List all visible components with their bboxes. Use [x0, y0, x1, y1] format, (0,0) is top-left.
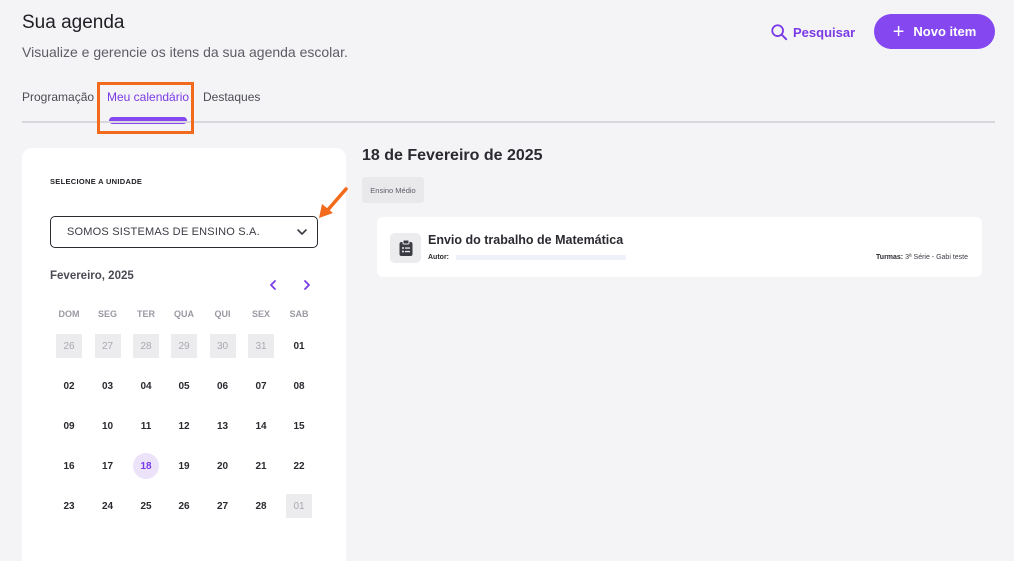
weekday-label: SEG [97, 309, 117, 319]
calendar-day[interactable]: 27 [210, 494, 236, 518]
calendar-day[interactable]: 01 [286, 334, 312, 358]
calendar-day[interactable]: 20 [210, 454, 236, 478]
calendar-day[interactable]: 05 [171, 374, 197, 398]
calendar-day[interactable]: 06 [210, 374, 236, 398]
calendar-day[interactable]: 30 [209, 334, 236, 358]
calendar-day-selected[interactable]: 18 [133, 453, 159, 479]
calendar-day[interactable]: 26 [56, 334, 82, 358]
page-title: Sua agenda [22, 12, 125, 33]
weekday-label: DOM [58, 309, 80, 319]
weekday-label: QUI [214, 309, 231, 319]
chevron-right-icon[interactable] [300, 278, 314, 292]
author-redacted [456, 255, 626, 260]
weekday-label: SEX [251, 309, 270, 319]
calendar-day[interactable]: 12 [171, 414, 197, 438]
calendar-day[interactable]: 19 [171, 454, 197, 478]
calendar-day[interactable]: 25 [133, 494, 159, 518]
calendar-day[interactable]: 15 [286, 414, 312, 438]
annotation-highlight-box [97, 82, 194, 134]
calendar-day[interactable]: 31 [248, 334, 274, 358]
calendar-day[interactable]: 01 [286, 494, 312, 518]
chevron-down-icon [297, 229, 307, 235]
weekday-label: QUA [174, 309, 194, 319]
calendar-day[interactable]: 23 [56, 494, 82, 518]
clipboard-icon [390, 233, 421, 263]
unit-select-value: SOMOS SISTEMAS DE ENSINO S.A. [67, 226, 260, 238]
event-card[interactable]: Envio do trabalho de Matemática Autor: T… [377, 217, 982, 277]
event-title: Envio do trabalho de Matemática [428, 233, 624, 247]
calendar-day[interactable]: 14 [248, 414, 274, 438]
calendar-day[interactable]: 13 [210, 414, 236, 438]
calendar-day[interactable]: 21 [248, 454, 274, 478]
weekday-label: SAB [289, 309, 309, 319]
calendar-day[interactable]: 28 [133, 334, 159, 358]
selected-date-title: 18 de Fevereiro de 2025 [362, 147, 543, 164]
new-item-label: Novo item [913, 24, 977, 39]
calendar-day[interactable]: 26 [171, 494, 197, 518]
event-classes: Turmas: 3ª Série - Gabi teste [876, 254, 968, 261]
calendar-day[interactable]: 27 [94, 334, 121, 358]
unit-select[interactable]: SOMOS SISTEMAS DE ENSINO S.A. [50, 216, 318, 248]
calendar-day[interactable]: 03 [95, 374, 121, 398]
event-classes-label: Turmas: [876, 254, 904, 261]
calendar-card: SELECIONE A UNIDADE SOMOS SISTEMAS DE EN… [22, 148, 346, 561]
calendar-day[interactable]: 29 [171, 334, 197, 358]
event-classes-value: 3ª Série - Gabi teste [905, 254, 968, 261]
calendar-day[interactable]: 16 [56, 454, 82, 478]
calendar-day[interactable]: 28 [248, 494, 274, 518]
calendar-day[interactable]: 10 [95, 414, 121, 438]
calendar-day[interactable]: 08 [286, 374, 312, 398]
calendar-day[interactable]: 09 [56, 414, 82, 438]
calendar-day[interactable]: 02 [56, 374, 82, 398]
search-button[interactable]: Pesquisar [770, 22, 855, 42]
tab-destaques[interactable]: Destaques [203, 90, 260, 104]
event-author-label: Autor: [428, 254, 449, 261]
calendar-day[interactable]: 04 [133, 374, 159, 398]
weekday-label: TER [137, 309, 155, 319]
unit-label: SELECIONE A UNIDADE [50, 177, 143, 186]
calendar-day[interactable]: 17 [95, 454, 121, 478]
level-tag: Ensino Médio [362, 177, 424, 203]
plus-icon: + [892, 20, 905, 43]
calendar-day[interactable]: 22 [286, 454, 312, 478]
month-label: Fevereiro, 2025 [50, 270, 134, 282]
search-button-label: Pesquisar [793, 24, 856, 40]
new-item-button[interactable]: + Novo item [874, 14, 995, 49]
calendar-day[interactable]: 11 [133, 414, 159, 438]
tab-programacao[interactable]: Programação [22, 90, 94, 104]
calendar-day[interactable]: 24 [95, 494, 121, 518]
chevron-left-icon[interactable] [266, 278, 280, 292]
annotation-arrow-icon [319, 187, 348, 218]
search-icon [771, 24, 788, 41]
calendar-day[interactable]: 07 [248, 374, 274, 398]
page-subtitle: Visualize e gerencie os itens da sua age… [22, 44, 348, 60]
